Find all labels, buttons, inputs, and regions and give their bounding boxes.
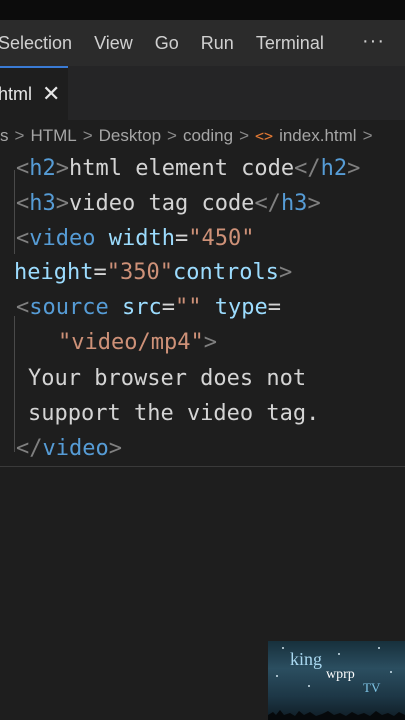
chevron-right-icon: > <box>362 126 373 145</box>
code-editor[interactable]: <h2>html element code</h2> <h3>video tag… <box>0 152 405 467</box>
code-token-attr: height <box>14 260 94 285</box>
code-token-punct: > <box>55 156 69 181</box>
breadcrumb-item[interactable]: HTML <box>30 126 76 146</box>
code-token-tag: video <box>42 436 109 461</box>
code-token-punct: < <box>16 191 30 216</box>
code-token-attr: width <box>108 226 175 251</box>
code-token-text: = <box>267 295 281 320</box>
code-token-text: = <box>174 226 189 251</box>
code-token-punct: > <box>307 191 321 216</box>
code-line: <video width="450" <box>16 222 254 256</box>
code-token-punct: > <box>278 260 293 285</box>
code-token-tag: h2 <box>320 156 348 181</box>
watermark-text: wprp <box>326 667 355 682</box>
breadcrumb-item[interactable]: s <box>0 126 9 146</box>
code-token-tag: h3 <box>280 191 308 216</box>
code-token-attr: controls <box>172 260 279 285</box>
code-token-str: "450" <box>188 226 255 251</box>
code-token-punct: </ <box>16 436 43 461</box>
close-icon[interactable]: ✕ <box>42 83 60 105</box>
chevron-right-icon: > <box>82 126 93 145</box>
code-line: </video> <box>16 432 122 466</box>
code-line: <source src="" type= <box>16 291 281 325</box>
code-token-text: = <box>93 260 107 285</box>
star-icon <box>378 647 380 649</box>
breadcrumb: s > HTML > Desktop > coding > <> index.h… <box>0 120 405 152</box>
tab-index-html[interactable]: html ✕ <box>0 66 68 120</box>
code-token-punct: > <box>55 191 69 216</box>
star-icon <box>276 675 278 677</box>
code-token-text: video tag code <box>69 191 255 216</box>
code-token-attr: type <box>214 295 268 320</box>
code-token-attr: src <box>121 295 162 320</box>
code-token-punct: < <box>16 295 30 320</box>
code-token-punct: < <box>16 226 30 251</box>
html-file-icon: <> <box>255 127 274 145</box>
more-menu-icon[interactable]: ··· <box>362 30 385 53</box>
treeline-icon <box>268 710 405 720</box>
star-icon <box>308 685 310 687</box>
star-icon <box>338 653 340 655</box>
code-token-text: support the video tag. <box>28 401 320 426</box>
code-token-str: "" <box>174 295 202 320</box>
code-token-tag: source <box>29 295 109 320</box>
menu-bar: Selection View Go Run Terminal ··· <box>0 20 405 66</box>
code-token-tag: h3 <box>29 191 56 216</box>
code-token-punct: </ <box>254 191 281 216</box>
menu-go[interactable]: Go <box>155 33 179 54</box>
code-token-str: "350" <box>106 260 173 285</box>
breadcrumb-item[interactable]: coding <box>183 126 233 146</box>
menu-selection[interactable]: Selection <box>0 33 72 54</box>
code-token-text: = <box>161 295 175 320</box>
code-line: "video/mp4"> <box>58 326 217 360</box>
code-token-text: html element code <box>69 156 295 181</box>
star-icon <box>282 647 284 649</box>
breadcrumb-item-file[interactable]: index.html <box>279 126 356 146</box>
tab-label: html <box>0 83 33 104</box>
code-token-punct: > <box>108 436 122 461</box>
indent-guide <box>14 170 15 254</box>
top-strip <box>0 0 405 20</box>
menu-view[interactable]: View <box>94 33 133 54</box>
chevron-right-icon: > <box>167 126 177 145</box>
menu-terminal[interactable]: Terminal <box>256 33 324 54</box>
menu-run[interactable]: Run <box>201 33 234 54</box>
code-line: Your browser does not <box>28 362 306 396</box>
code-line: <h3>video tag code</h3> <box>16 187 321 221</box>
channel-watermark-logo: king wprp TV <box>268 641 405 720</box>
code-token-tag: video <box>29 226 96 251</box>
code-token-punct: > <box>203 330 217 355</box>
code-line: support the video tag. <box>28 397 319 431</box>
breadcrumb-item[interactable]: Desktop <box>99 126 161 146</box>
chevron-right-icon: > <box>14 126 25 145</box>
code-line: height="350"controls> <box>14 256 292 290</box>
watermark-text: king <box>290 649 323 669</box>
star-icon <box>390 671 392 673</box>
code-token-str: "video/mp4" <box>58 330 204 355</box>
code-token-text: Your browser does not <box>28 366 307 391</box>
code-token-punct: </ <box>294 156 321 181</box>
code-token-tag: h2 <box>29 156 56 181</box>
chevron-right-icon: > <box>239 126 250 145</box>
code-line: <h2>html element code</h2> <box>16 152 360 186</box>
indent-guide <box>14 316 15 452</box>
tab-bar: html ✕ <box>0 66 405 120</box>
code-token-punct: > <box>347 156 361 181</box>
watermark-text: TV <box>363 680 381 695</box>
code-token-punct: < <box>16 156 30 181</box>
